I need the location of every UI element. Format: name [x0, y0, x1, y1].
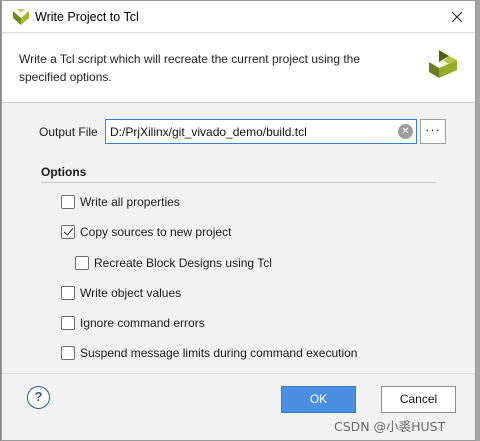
close-button[interactable]: [439, 1, 475, 33]
option-ignore-command-errors[interactable]: Ignore command errors: [61, 316, 205, 330]
option-label: Recreate Block Designs using Tcl: [94, 256, 272, 270]
checkbox[interactable]: [61, 195, 75, 209]
options-heading: Options: [41, 165, 87, 179]
option-recreate-block-designs[interactable]: Recreate Block Designs using Tcl: [75, 256, 272, 270]
ok-button[interactable]: OK: [281, 386, 356, 413]
help-button[interactable]: ?: [27, 386, 50, 409]
checkbox[interactable]: [61, 286, 75, 300]
dialog-header: Write a Tcl script which will recreate t…: [2, 34, 475, 103]
footer-divider: [2, 373, 475, 374]
cancel-button[interactable]: Cancel: [381, 386, 456, 413]
browse-button[interactable]: ···: [420, 119, 446, 144]
option-write-object-values[interactable]: Write object values: [61, 286, 181, 300]
option-suspend-message-limits[interactable]: Suspend message limits during command ex…: [61, 346, 357, 360]
vivado-logo-icon: [13, 9, 29, 25]
option-copy-sources[interactable]: Copy sources to new project: [61, 225, 231, 239]
title-bar: Write Project to Tcl: [2, 1, 475, 33]
option-label: Ignore command errors: [80, 316, 205, 330]
option-label: Write object values: [80, 286, 182, 300]
xilinx-logo-icon: [429, 50, 457, 78]
option-write-all-properties[interactable]: Write all properties: [61, 195, 180, 209]
browse-button-label: ···: [425, 121, 441, 137]
checkbox-checked[interactable]: [61, 225, 75, 239]
options-divider: [41, 182, 436, 183]
watermark: CSDN @小裘HUST: [334, 419, 446, 434]
output-file-input[interactable]: [110, 123, 390, 140]
option-label: Copy sources to new project: [80, 225, 232, 239]
option-label: Suspend message limits during command ex…: [80, 346, 358, 360]
close-icon: [451, 11, 463, 23]
output-file-label: Output File: [39, 125, 98, 139]
option-label: Write all properties: [80, 195, 180, 209]
output-file-field[interactable]: ✕: [105, 119, 417, 144]
dialog-description: Write a Tcl script which will recreate t…: [19, 52, 361, 84]
background-window-edge-right: [476, 0, 480, 441]
checkbox[interactable]: [61, 346, 75, 360]
checkbox[interactable]: [61, 316, 75, 330]
checkbox[interactable]: [75, 256, 89, 270]
clear-icon[interactable]: ✕: [398, 124, 413, 139]
write-project-dialog: Write Project to Tcl Write a Tcl script …: [1, 0, 476, 441]
window-title: Write Project to Tcl: [35, 10, 139, 24]
